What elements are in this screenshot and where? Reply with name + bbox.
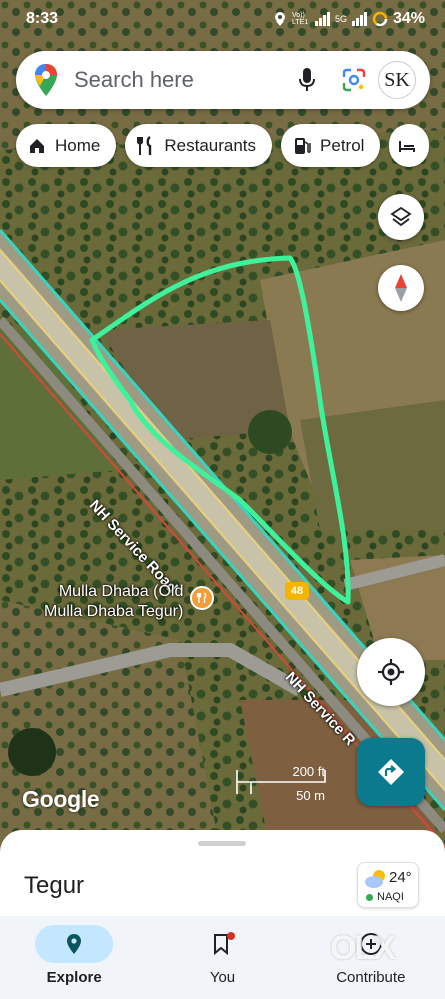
mic-icon[interactable]: [298, 67, 316, 93]
my-location-button[interactable]: [357, 638, 425, 706]
nav-you-label: You: [209, 969, 236, 986]
layers-icon: [390, 206, 412, 227]
sheet-handle[interactable]: [198, 841, 246, 846]
compass-button[interactable]: [378, 265, 424, 311]
nav-contribute-label: Contribute: [336, 969, 406, 986]
aqi-dot-icon: [366, 893, 373, 901]
layers-button[interactable]: [378, 194, 424, 240]
battery-percent: 34%: [392, 10, 425, 27]
lte-label-1: Vo)) LTE1: [291, 12, 309, 26]
notification-dot-icon: [227, 932, 236, 940]
weather-widget[interactable]: 24° NAQI: [357, 862, 419, 908]
nav-explore[interactable]: Explore: [0, 916, 148, 999]
temperature: 24°: [389, 869, 412, 886]
petrol-icon: [295, 137, 311, 154]
nav-you[interactable]: You: [148, 916, 296, 999]
restaurant-icon: [137, 135, 152, 155]
aqi-label: NAQI: [377, 891, 404, 903]
signal-icon-2: [351, 12, 367, 26]
search-bar[interactable]: Search here SK: [16, 51, 430, 109]
highway-shield[interactable]: 48: [285, 582, 309, 600]
hotel-icon: [399, 140, 416, 152]
status-bar: 8:33 Vo)) LTE1 5G 34%: [0, 0, 445, 38]
home-icon: [30, 138, 44, 153]
chip-home[interactable]: Home: [16, 124, 117, 167]
lens-icon[interactable]: [342, 68, 366, 92]
chip-petrol-label: Petrol: [320, 135, 365, 155]
network-type: 5G: [334, 14, 347, 24]
crosshair-icon: [378, 659, 404, 685]
chip-home-label: Home: [55, 135, 101, 155]
location-icon: [274, 12, 285, 26]
directions-button[interactable]: [357, 738, 425, 806]
battery-ring-icon: [372, 11, 388, 27]
aqi-indicator: NAQI: [366, 891, 404, 903]
status-time: 8:33: [26, 10, 59, 27]
nav-you-pill[interactable]: [183, 925, 261, 963]
partly-cloudy-icon: [365, 870, 385, 888]
place-name: Tegur: [24, 872, 85, 899]
chip-restaurants[interactable]: Restaurants: [125, 124, 273, 167]
restaurant-pin-icon[interactable]: [190, 586, 214, 610]
nav-explore-pill[interactable]: [35, 925, 114, 963]
status-icons: Vo)) LTE1 5G 34%: [273, 10, 425, 28]
maps-pin-icon: [35, 64, 57, 96]
nav-explore-label: Explore: [46, 969, 102, 986]
scale-m: 50 m: [296, 788, 325, 803]
scale-bar: 200 ft 50 m: [236, 764, 331, 804]
search-input[interactable]: Search here: [74, 67, 298, 93]
poi-label[interactable]: Mulla Dhaba (Old Mulla Dhaba Tegur): [44, 582, 183, 622]
compass-icon: [395, 274, 407, 302]
avatar[interactable]: SK: [378, 61, 416, 99]
chip-more[interactable]: [389, 124, 430, 167]
google-logo: Google: [22, 786, 100, 812]
explore-pin-icon: [67, 934, 82, 954]
chip-petrol[interactable]: Petrol: [281, 124, 381, 167]
poi-name-line2: Mulla Dhaba Tegur): [44, 603, 184, 620]
directions-icon: [378, 759, 404, 785]
poi-name-line1: Mulla Dhaba (Old: [58, 583, 184, 600]
bottom-sheet[interactable]: Tegur 24° NAQI: [0, 830, 445, 920]
chip-restaurants-label: Restaurants: [164, 135, 257, 155]
category-chips: Home Restaurants Petrol: [16, 124, 430, 167]
olx-watermark: OLX: [330, 929, 396, 967]
signal-icon-1: [314, 12, 330, 26]
